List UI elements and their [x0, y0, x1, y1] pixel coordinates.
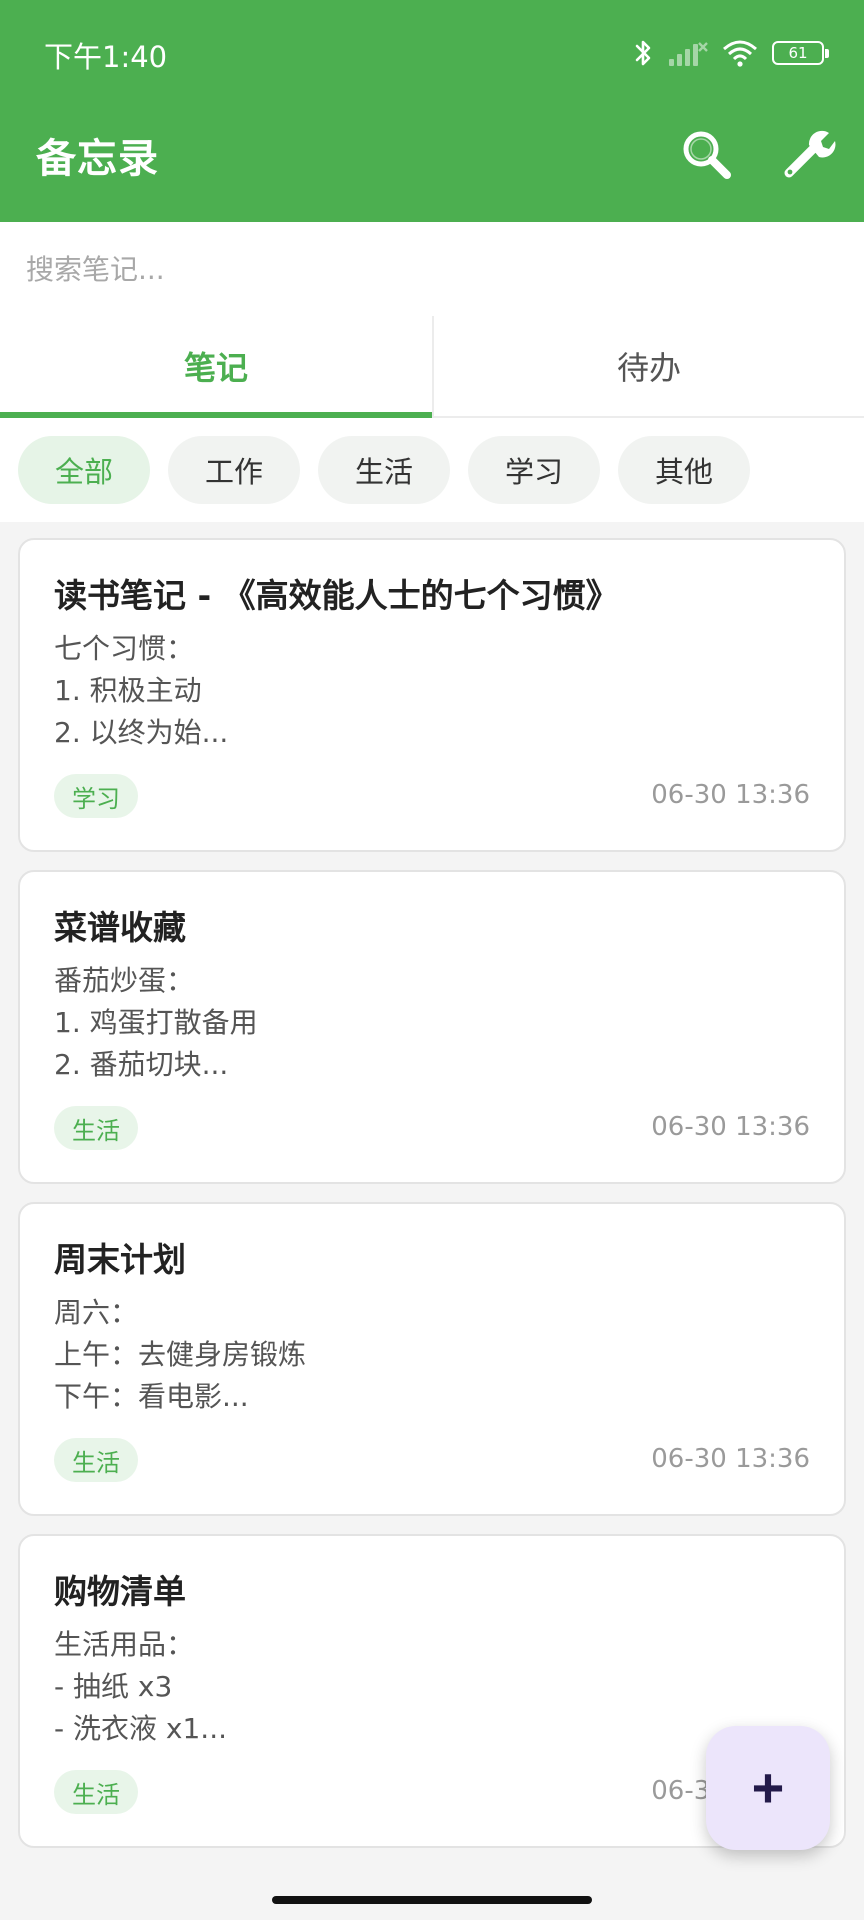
battery-icon: 61 — [772, 41, 829, 65]
category-chip-study[interactable]: 学习 — [468, 436, 600, 504]
add-note-button[interactable]: + — [706, 1726, 830, 1850]
status-bar: 下午1:40 61 — [0, 0, 864, 104]
search-bar — [0, 222, 864, 316]
note-preview: 番茄炒蛋： 1. 鸡蛋打散备用 2. 番茄切块... — [54, 964, 258, 1081]
wifi-icon — [723, 40, 757, 67]
tab-todos[interactable]: 待办 — [432, 316, 864, 416]
category-chip-all[interactable]: 全部 — [18, 436, 150, 504]
note-preview: 七个习惯： 1. 积极主动 2. 以终为始... — [54, 632, 229, 749]
note-tag: 生活 — [54, 1438, 138, 1482]
home-indicator[interactable] — [272, 1896, 592, 1904]
status-icons: 61 — [634, 36, 829, 70]
category-chip-life[interactable]: 生活 — [318, 436, 450, 504]
note-time: 06-30 13:36 — [651, 1444, 810, 1474]
page-title: 备忘录 — [36, 136, 159, 182]
note-tag: 学习 — [54, 774, 138, 818]
search-icon — [683, 131, 731, 179]
note-card[interactable]: 菜谱收藏 番茄炒蛋： 1. 鸡蛋打散备用 2. 番茄切块... 生活 06-30… — [18, 870, 846, 1184]
plus-icon: + — [751, 1756, 785, 1819]
app-bar: 下午1:40 61 备忘录 — [0, 0, 864, 222]
note-card[interactable]: 读书笔记 - 《高效能人士的七个习惯》 七个习惯： 1. 积极主动 2. 以终为… — [18, 538, 846, 852]
note-tag: 生活 — [54, 1770, 138, 1814]
battery-level: 61 — [788, 43, 808, 62]
category-filter: 全部 工作 生活 学习 其他 — [0, 418, 864, 522]
tab-bar: 笔记 待办 — [0, 316, 864, 418]
note-list: 读书笔记 - 《高效能人士的七个习惯》 七个习惯： 1. 积极主动 2. 以终为… — [18, 538, 846, 1866]
note-tag: 生活 — [54, 1106, 138, 1150]
category-chip-other[interactable]: 其他 — [618, 436, 750, 504]
note-card[interactable]: 周末计划 周六： 上午：去健身房锻炼 下午：看电影... 生活 06-30 13… — [18, 1202, 846, 1516]
note-title: 菜谱收藏 — [54, 908, 186, 947]
settings-button[interactable] — [778, 124, 838, 184]
search-button[interactable] — [676, 124, 736, 184]
note-title: 周末计划 — [54, 1240, 186, 1279]
search-input[interactable] — [26, 242, 836, 296]
status-time: 下午1:40 — [44, 40, 168, 74]
tab-notes[interactable]: 笔记 — [0, 316, 432, 418]
bluetooth-icon — [635, 40, 651, 66]
wrench-icon — [784, 130, 836, 178]
note-time: 06-30 13:36 — [651, 780, 810, 810]
cellular-signal-icon — [669, 42, 708, 66]
note-preview: 生活用品： - 抽纸 x3 - 洗衣液 x1... — [54, 1628, 227, 1745]
note-title: 购物清单 — [54, 1572, 186, 1611]
note-time: 06-30 13:36 — [651, 1112, 810, 1142]
note-title: 读书笔记 - 《高效能人士的七个习惯》 — [54, 576, 619, 615]
category-chip-work[interactable]: 工作 — [168, 436, 300, 504]
note-preview: 周六： 上午：去健身房锻炼 下午：看电影... — [54, 1296, 307, 1413]
